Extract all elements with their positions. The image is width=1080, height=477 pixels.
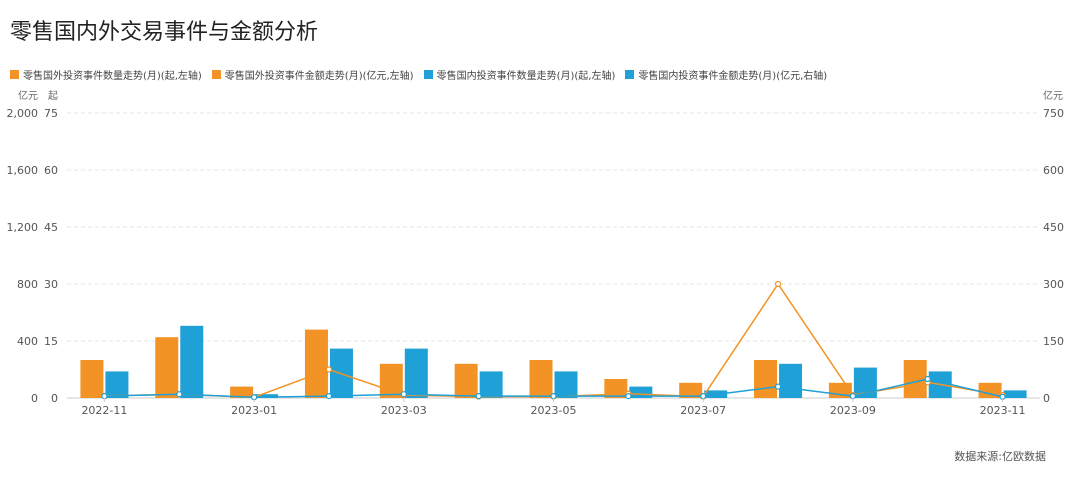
left-amount-tick: 0 (31, 392, 38, 405)
x-tick-label: 2023-07 (680, 404, 726, 417)
data-source: 数据来源:亿欧数据 (954, 450, 1046, 463)
bar (903, 360, 927, 398)
line-point (625, 393, 632, 400)
bar (80, 360, 104, 398)
line-point (849, 393, 856, 400)
left-count-tick: 0 (51, 392, 58, 405)
x-axis: 2022-11 2023-01 2023-03 2023-05 2023-07 2023-… (81, 398, 1026, 417)
left-count-unit: 起 (48, 90, 58, 102)
bar (529, 360, 553, 398)
bar (454, 363, 478, 398)
line-point (774, 383, 782, 390)
bar (1003, 390, 1027, 398)
left-count-tick: 15 (44, 335, 58, 348)
right-axis: 亿元 0 150 300 450 600 750 (1043, 89, 1064, 405)
bar (155, 337, 179, 398)
right-amount-tick: 0 (1043, 392, 1050, 405)
left-count-tick: 60 (44, 164, 58, 177)
right-amount-unit: 亿元 (1043, 89, 1063, 102)
grid (67, 112, 1040, 399)
x-tick-label: 2022-11 (81, 404, 127, 417)
chart-canvas: 亿元 起 0 0400 15800 301,200 451,600 602,000 75 亿… (7, 89, 1065, 417)
right-amount-tick: 600 (1043, 164, 1064, 177)
line-point (774, 280, 782, 288)
left-axis: 亿元 起 0 0 400 15 800 30 1,200 45 1,600 60 2,000 75 (7, 89, 59, 405)
bars (80, 325, 1027, 398)
right-amount-tick: 150 (1043, 335, 1064, 348)
left-amount-unit: 亿元 (18, 89, 38, 102)
bar (304, 329, 328, 398)
left-amount-tick: 400 (17, 335, 38, 348)
line-point (400, 391, 407, 398)
x-tick-label: 2023-05 (531, 404, 577, 417)
left-amount-tick: 800 (17, 278, 38, 291)
right-amount-tick: 750 (1043, 107, 1064, 120)
left-amount-tick: 1,200 (7, 221, 39, 234)
left-count-tick: 45 (44, 221, 58, 234)
bar (180, 325, 204, 398)
bar (404, 348, 428, 398)
x-tick-label: 2023-01 (231, 404, 277, 417)
bar (754, 360, 778, 398)
bar (554, 371, 578, 398)
line-point (176, 391, 183, 398)
x-tick-label: 2023-03 (381, 404, 427, 417)
right-amount-tick: 300 (1043, 278, 1064, 291)
right-amount-tick: 450 (1043, 221, 1064, 234)
left-amount-tick: 2,000 (7, 107, 39, 120)
line-point (550, 393, 557, 400)
left-amount-tick: 1,600 (7, 164, 39, 177)
bar (779, 363, 803, 398)
line-point (700, 393, 707, 400)
bar (479, 371, 503, 398)
line-point (924, 375, 931, 383)
left-count-tick: 30 (44, 278, 58, 291)
x-tick-label: 2023-09 (830, 404, 876, 417)
line-point (325, 393, 333, 400)
left-count-tick: 75 (44, 107, 58, 120)
bar (105, 371, 129, 398)
line-point (475, 393, 482, 400)
line-point (101, 393, 108, 400)
x-tick-label: 2023-11 (980, 404, 1026, 417)
line-point (325, 366, 333, 373)
